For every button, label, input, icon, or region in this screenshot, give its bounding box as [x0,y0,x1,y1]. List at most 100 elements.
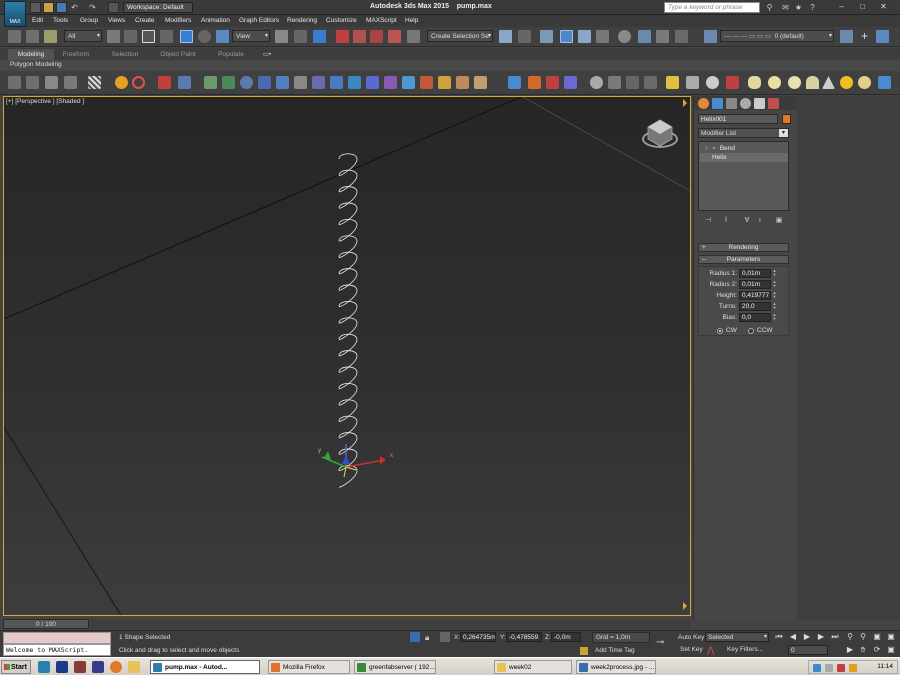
skylight-icon[interactable] [706,76,719,89]
next-frame-icon[interactable]: ▶ [816,632,826,642]
system-icon[interactable] [330,76,343,89]
spinner-icon[interactable]: ▲ ▼ [772,313,777,322]
new-file-icon[interactable] [30,2,41,13]
select-and-move-icon[interactable] [180,30,193,43]
tab-freeform[interactable]: Freeform [54,49,98,60]
omni-light-icon[interactable] [858,76,871,89]
stack-item-bend[interactable]: ♀ ▪ Bend [700,144,788,153]
select-and-scale-icon[interactable] [216,30,229,43]
set-key-button[interactable]: Set Key [680,646,703,653]
light-bulb-icon[interactable] [666,76,679,89]
grid-icon[interactable] [626,76,639,89]
radius2-field[interactable]: 0,01m [739,280,771,289]
auto-key-button[interactable]: Auto Key [678,634,704,641]
tab-object-paint[interactable]: Object Paint [154,49,202,60]
quicklaunch-premiere-icon[interactable] [92,661,104,673]
network-icon[interactable] [813,664,821,672]
edit-named-selection-icon[interactable] [407,30,420,43]
subscription-icon[interactable]: ✉ [781,3,790,12]
minimize-button[interactable]: – [835,2,848,13]
maximize-button[interactable]: □ [856,2,869,13]
task-3dsmax[interactable]: pump.max - Autod... [150,660,260,674]
track-bar[interactable] [90,619,690,629]
maxscript-mini-listener[interactable]: Welcome to MAXScript. [3,644,111,656]
lock-selection-icon[interactable]: 🔒︎ [425,633,429,643]
object-color-swatch[interactable] [782,114,791,124]
particle-icon[interactable] [178,76,191,89]
maxscript-mini-listener-input[interactable] [3,632,111,644]
helix-spring[interactable] [338,153,358,488]
open-file-icon[interactable] [43,2,54,13]
render-frame-icon[interactable] [608,76,621,89]
nurbs-icon[interactable] [384,76,397,89]
workspace-dropdown[interactable]: Workspace: Default [123,2,193,13]
spinner-icon[interactable]: ▲ ▼ [772,291,777,300]
start-button[interactable]: Start [1,660,31,674]
field-of-view-icon[interactable]: ▶ [845,645,855,655]
target-icon[interactable] [132,76,145,89]
add-to-layer-icon[interactable]: + [858,30,871,43]
angle-snap-icon[interactable] [353,30,366,43]
mesh-icon[interactable] [348,76,361,89]
menu-modifiers[interactable]: Modifiers [165,17,191,24]
space-warp-icon[interactable] [312,76,325,89]
link-icon[interactable] [8,76,21,89]
stairs-icon[interactable] [456,76,469,89]
helper-dot-icon[interactable] [204,76,217,89]
spline-icon[interactable] [366,76,379,89]
tab-selection[interactable]: Selection [102,49,148,60]
help-icon[interactable]: ? [808,3,817,12]
select-by-name-icon[interactable] [124,30,137,43]
snaps-toggle-icon[interactable] [336,30,349,43]
align-icon[interactable] [518,30,531,43]
menu-graph-editors[interactable]: Graph Editors [239,17,279,24]
stack-item-helix[interactable]: Helix [700,153,788,162]
viewcube[interactable] [640,117,680,153]
box-primitive-icon[interactable] [748,76,761,89]
project-folder-icon[interactable] [108,2,119,13]
pin-stack-icon[interactable]: ⊣ [703,216,713,226]
layer-manager-icon[interactable] [704,30,717,43]
move-gizmo-icon[interactable] [508,76,521,89]
key-mode-dropdown[interactable]: Selected ▾ [705,632,769,642]
make-unique-icon[interactable]: ∀ [742,216,752,226]
sun-icon[interactable] [840,76,853,89]
radius1-field[interactable]: 0,01m [739,269,771,278]
bone-tool-icon[interactable] [158,76,171,89]
select-in-layer-icon[interactable] [876,30,889,43]
hair-icon[interactable] [686,76,699,89]
unlink-icon[interactable] [26,30,39,43]
paint-icon[interactable] [564,76,577,89]
calculator-icon[interactable] [644,76,657,89]
play-icon[interactable]: ▶ [802,632,812,642]
lock-icon[interactable] [294,76,307,89]
scene-explorer-icon[interactable] [560,30,573,43]
go-to-start-icon[interactable]: ⏮︎ [774,632,784,642]
window-crossing-icon[interactable] [160,30,173,43]
go-to-end-icon[interactable]: ⏭︎ [830,632,840,642]
z-coordinate-field[interactable]: -0,0m [551,632,581,642]
isolate-selection-icon[interactable] [410,632,420,642]
display-filter-icon[interactable] [64,76,77,89]
biped-icon[interactable] [546,76,559,89]
modify-tab-icon[interactable] [712,98,723,109]
motion-tab-icon[interactable] [740,98,751,109]
utilities-tab-icon[interactable] [768,98,779,109]
save-file-icon[interactable] [56,2,67,13]
task-firefox[interactable]: Mozilla Firefox [268,660,350,674]
quicklaunch-firefox-icon[interactable] [110,661,122,673]
orbit-icon[interactable]: ⟳ [872,645,882,655]
curve-editor-icon[interactable] [596,30,609,43]
spinner-snap-icon[interactable] [388,30,401,43]
maximize-viewport-icon[interactable]: ▣ [886,645,896,655]
quicklaunch-3dsmax-icon[interactable] [38,661,50,673]
menu-group[interactable]: Group [80,17,98,24]
quicklaunch-photoshop-icon[interactable] [56,661,68,673]
cone-primitive-icon[interactable] [822,76,835,89]
viewport-label[interactable]: [+] [Perspective ] [Shaded ] [6,98,84,105]
close-button[interactable]: ✕ [877,2,890,13]
mental-ray-icon[interactable] [878,76,891,89]
task-week2process[interactable]: week2process.jpg - ... [576,660,656,674]
turns-field[interactable]: 20,0 [739,302,771,311]
parameters-rollout[interactable]: – Parameters [698,255,789,264]
